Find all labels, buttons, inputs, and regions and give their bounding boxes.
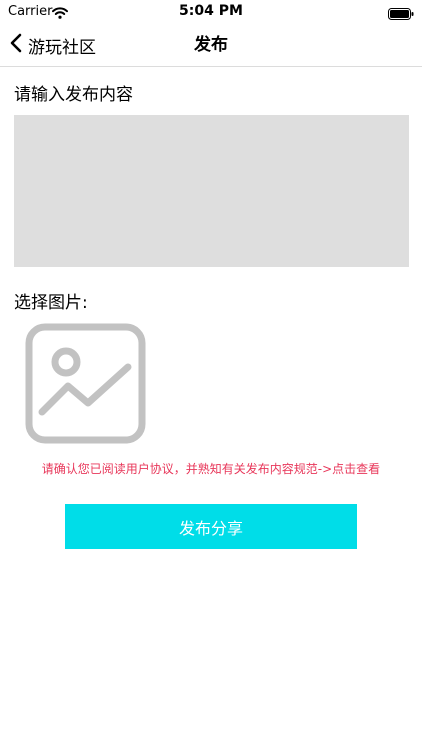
- image-placeholder-icon: [25, 323, 146, 448]
- publish-button[interactable]: 发布分享: [65, 504, 357, 549]
- navigation-bar: 游玩社区 发布: [0, 24, 422, 67]
- agreement-link[interactable]: 请确认您已阅读用户协议，并熟知有关发布内容规范->点击查看: [0, 460, 422, 477]
- content-input[interactable]: [14, 115, 409, 267]
- image-picker[interactable]: [25, 323, 146, 444]
- back-label: 游玩社区: [28, 37, 96, 58]
- content-label: 请输入发布内容: [14, 85, 133, 105]
- status-bar: Carrier 5:04 PM: [0, 0, 422, 24]
- chevron-left-icon: [10, 33, 22, 57]
- status-time: 5:04 PM: [179, 3, 243, 19]
- image-label: 选择图片:: [14, 293, 88, 313]
- back-button[interactable]: 游玩社区: [10, 24, 96, 66]
- battery-icon: [388, 5, 414, 24]
